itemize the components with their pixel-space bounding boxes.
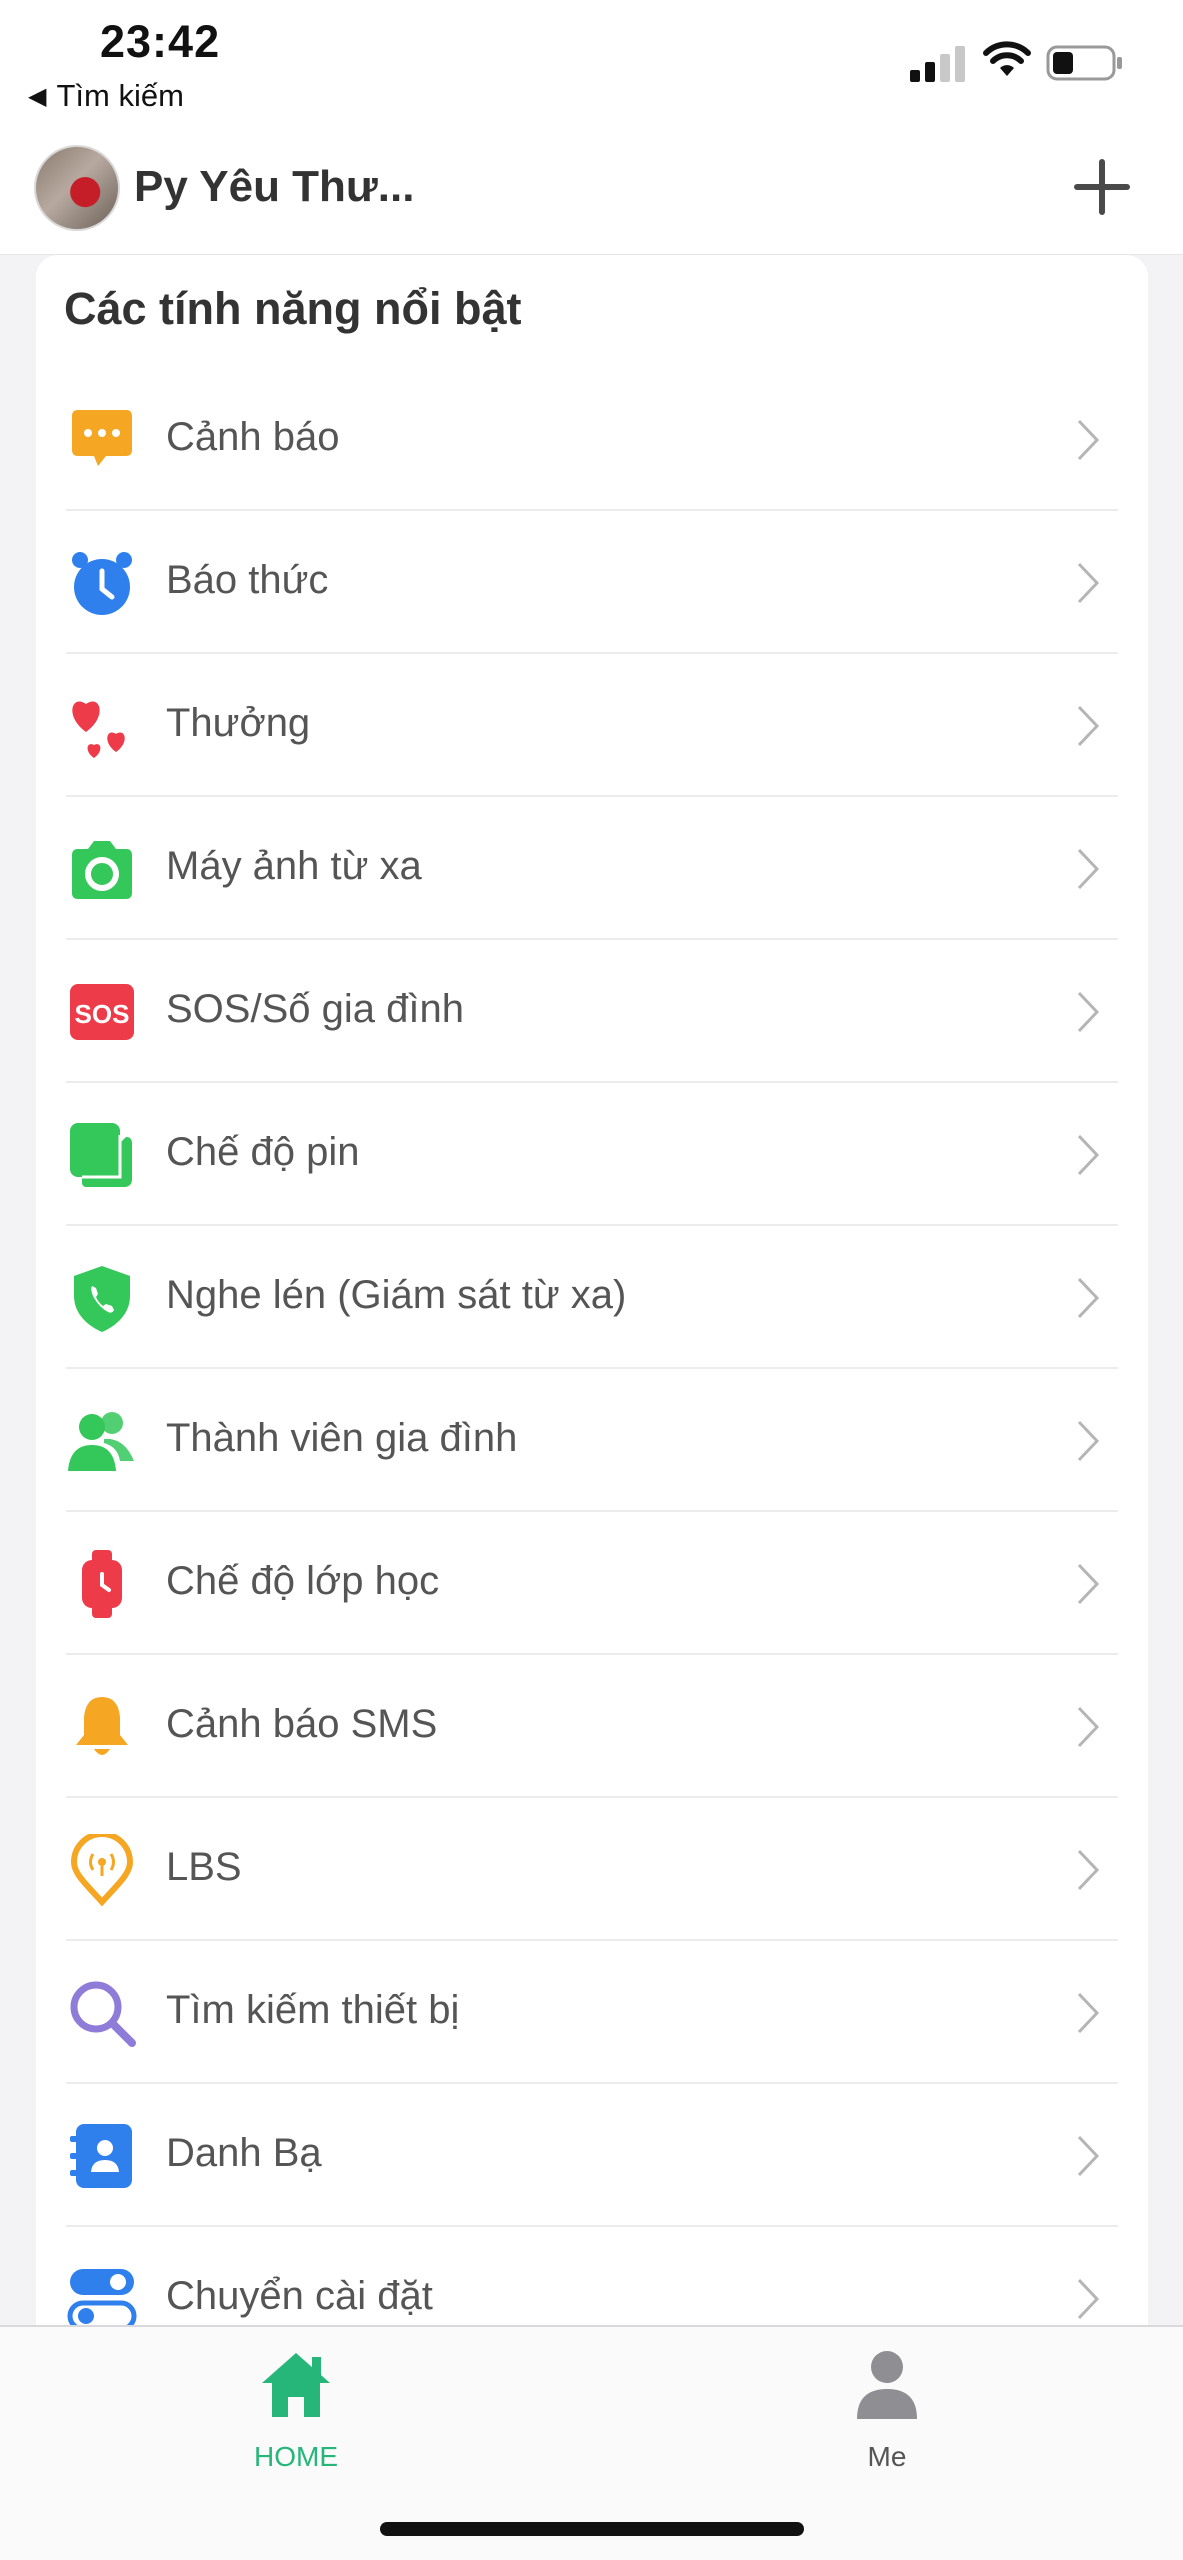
feature-item-nghe-len[interactable]: Nghe lén (Giám sát từ xa) [36,1226,1148,1369]
feature-item-thuong[interactable]: Thưởng [36,654,1148,797]
toggle-settings-icon [67,2269,137,2325]
location-pin-icon [70,1834,134,1906]
feature-item-chuyen-cai-dat[interactable]: Chuyển cài đặt [36,2227,1148,2325]
tab-home-label: HOME [254,2441,338,2472]
tab-me-label: Me [867,2441,907,2472]
alarm-clock-icon [72,552,132,615]
hearts-icon [72,701,125,758]
chat-bubble-icon [72,410,132,466]
feature-label: Danh Bạ [166,2131,322,2175]
sos-icon: SOS [70,984,134,1040]
chevron-right-icon [1077,705,1100,747]
home-indicator [380,2522,804,2536]
chevron-right-icon [1077,1277,1100,1319]
feature-label: Nghe lén (Giám sát từ xa) [166,1273,627,1317]
chevron-right-icon [1077,1706,1100,1748]
chevron-right-icon [1077,2278,1100,2320]
home-icon [262,2353,330,2417]
feature-item-canh-bao-sms[interactable]: Cảnh báo SMS [36,1655,1148,1798]
family-members-icon [68,1412,134,1471]
feature-item-danh-ba[interactable]: Danh Bạ [36,2084,1148,2227]
feature-item-bao-thuc[interactable]: Báo thức [36,511,1148,654]
feature-label: Chế độ pin [166,1130,360,1174]
contacts-icon [70,2124,132,2188]
status-bar: 23:42 ◀ Tìm kiếm [0,0,1183,135]
watch-icon [82,1550,122,1618]
camera-icon [72,841,132,899]
device-name[interactable]: Py Yêu Thư... [134,162,414,212]
wifi-icon [983,41,1031,76]
feature-item-thanh-vien[interactable]: Thành viên gia đình [36,1369,1148,1512]
feature-label: Tìm kiếm thiết bị [166,1988,460,2032]
search-icon [70,1981,136,2047]
feature-item-may-anh[interactable]: Máy ảnh từ xa [36,797,1148,940]
feature-label: Cảnh báo [166,415,340,459]
feature-label: Cảnh báo SMS [166,1702,438,1746]
add-device-button[interactable] [1072,157,1132,217]
feature-item-che-do-pin[interactable]: Chế độ pin [36,1083,1148,1226]
battery-mode-icon [70,1123,132,1187]
status-time: 23:42 [100,16,221,67]
bell-icon [76,1697,128,1755]
features-title: Các tính năng nổi bật [64,283,522,334]
app-header: Py Yêu Thư... [0,135,1183,255]
chevron-right-icon [1077,1563,1100,1605]
person-icon [857,2351,917,2419]
chevron-right-icon [1077,848,1100,890]
chevron-right-icon [1077,562,1100,604]
feature-item-sos[interactable]: SOS SOS/Số gia đình [36,940,1148,1083]
chevron-right-icon [1077,991,1100,1033]
feature-label: Thành viên gia đình [166,1416,518,1460]
svg-text:SOS: SOS [75,999,130,1029]
features-card: Các tính năng nổi bật Cảnh báo Báo thức [36,255,1148,2325]
battery-icon [1046,45,1122,81]
app-screen: 23:42 ◀ Tìm kiếm Py Yêu Thư... Các tính … [0,0,1183,2560]
feature-item-canh-bao[interactable]: Cảnh báo [36,368,1148,511]
back-triangle-icon: ◀ [28,82,47,110]
feature-label: Máy ảnh từ xa [166,844,422,888]
chevron-right-icon [1077,1420,1100,1462]
tab-home[interactable]: HOME [196,2347,396,2497]
device-avatar[interactable] [34,145,120,231]
feature-item-lbs[interactable]: LBS [36,1798,1148,1941]
back-to-app-button[interactable]: ◀ Tìm kiếm [28,78,184,114]
feature-label: Báo thức [166,558,329,602]
feature-label: Thưởng [166,701,311,745]
feature-item-lop-hoc[interactable]: Chế độ lớp học [36,1512,1148,1655]
feature-label: Chuyển cài đặt [166,2274,433,2318]
chevron-right-icon [1077,1849,1100,1891]
signal-icon [910,46,965,82]
chevron-right-icon [1077,2135,1100,2177]
shield-phone-icon [74,1266,130,1332]
tab-me[interactable]: Me [787,2347,987,2497]
feature-label: LBS [166,1845,242,1889]
feature-label: SOS/Số gia đình [166,987,464,1031]
feature-item-tim-kiem[interactable]: Tìm kiếm thiết bị [36,1941,1148,2084]
back-app-label: Tìm kiếm [56,78,184,113]
chevron-right-icon [1077,1992,1100,2034]
features-list: Cảnh báo Báo thức Thưởng Máy ảnh từ xa S… [36,368,1148,2325]
chevron-right-icon [1077,1134,1100,1176]
feature-label: Chế độ lớp học [166,1559,440,1603]
chevron-right-icon [1077,419,1100,461]
